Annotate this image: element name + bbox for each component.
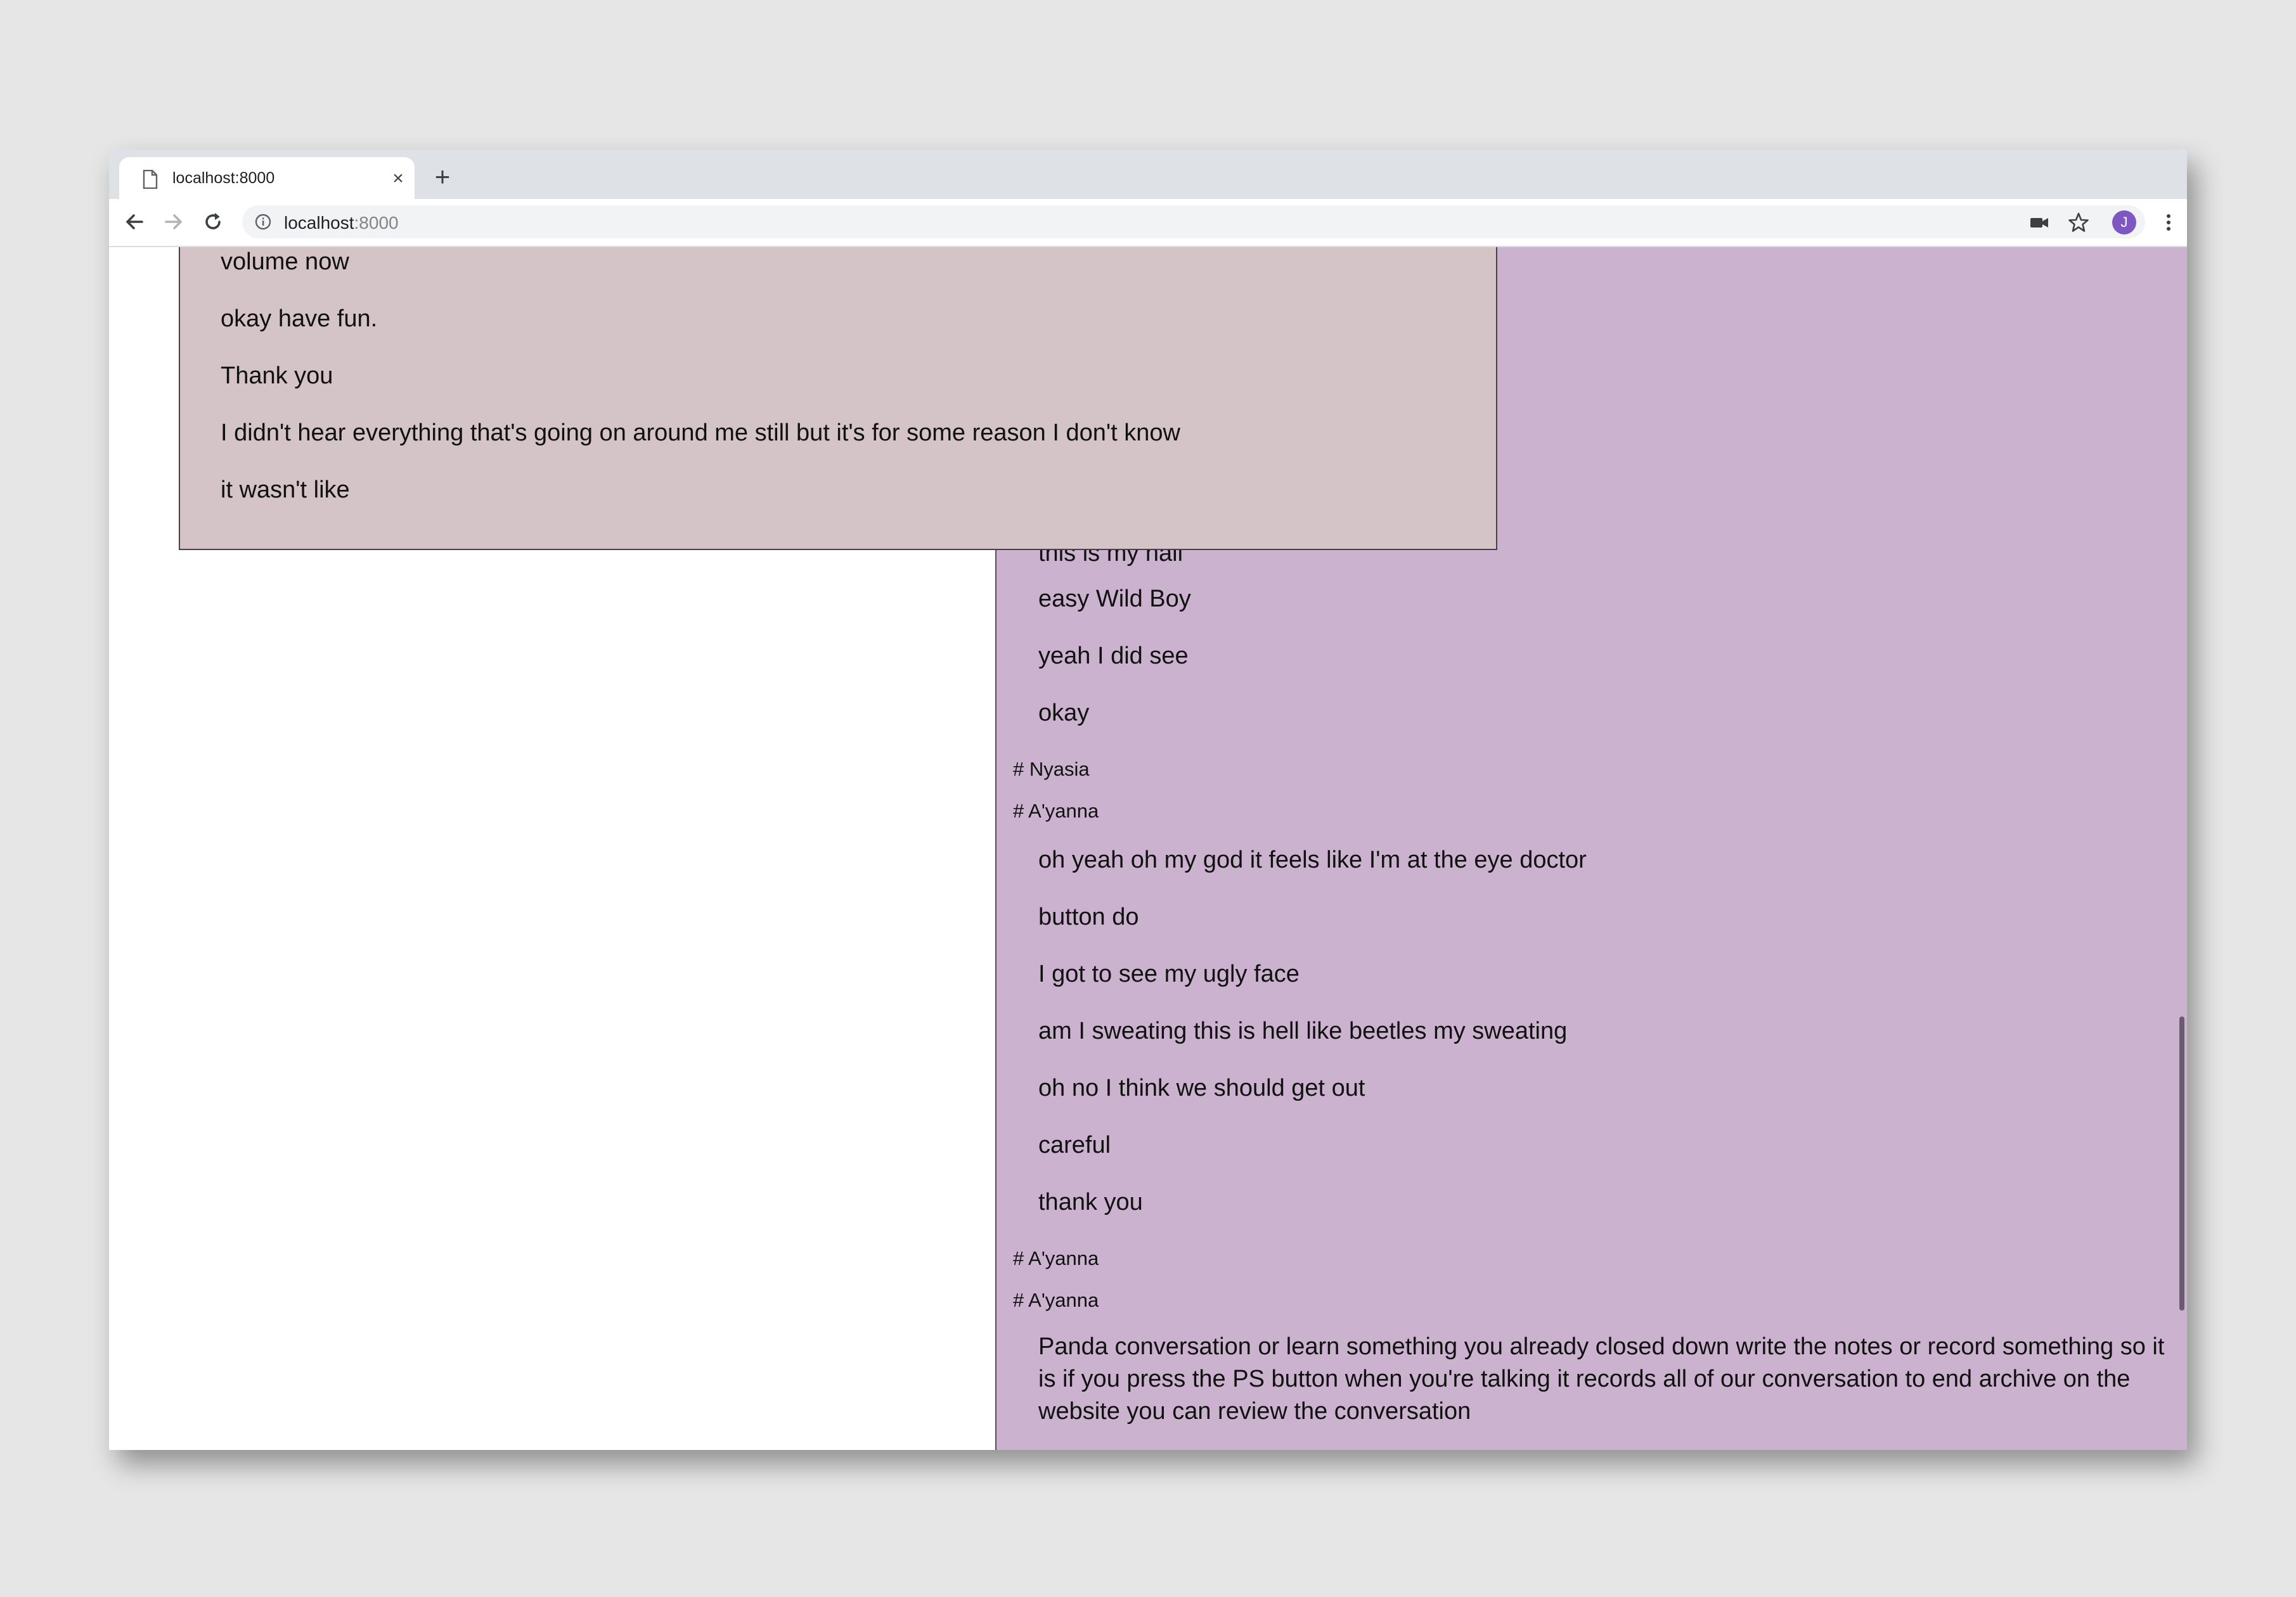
transcript-line: volume now bbox=[221, 248, 349, 275]
transcript-line: am I sweating this is hell like beetles … bbox=[1038, 1018, 1568, 1044]
close-icon[interactable]: × bbox=[389, 169, 407, 188]
transcript-line: button do bbox=[1038, 904, 1139, 930]
transcript-line: it wasn't like bbox=[221, 477, 350, 503]
page-viewport: this is my hall easy Wild Boy yeah I did… bbox=[109, 247, 2187, 1450]
plus-icon[interactable]: + bbox=[431, 164, 454, 190]
browser-window: localhost:8000 × + localhost:8000 J this… bbox=[109, 150, 2187, 1450]
url-host: localhost bbox=[284, 213, 354, 233]
browser-tab[interactable]: localhost:8000 × bbox=[119, 157, 415, 199]
speaker-heading: # A'yanna bbox=[1013, 1289, 1099, 1311]
url-port: :8000 bbox=[354, 213, 399, 233]
transcript-line: okay bbox=[1038, 700, 1090, 726]
transcript-line: careful bbox=[1038, 1132, 1111, 1158]
transcript-line: oh yeah oh my god it feels like I'm at t… bbox=[1038, 847, 1587, 873]
transcript-line: I got to see my ugly face bbox=[1038, 961, 1300, 987]
transcript-line: thank you bbox=[1038, 1189, 1143, 1215]
profile-avatar[interactable]: J bbox=[2112, 210, 2136, 234]
speaker-heading: # A'yanna bbox=[1013, 1247, 1099, 1269]
left-transcript-panel: volume now okay have fun. Thank you I di… bbox=[179, 247, 1497, 550]
back-arrow-icon[interactable] bbox=[123, 210, 146, 233]
page-icon bbox=[143, 170, 158, 189]
kebab-menu-icon[interactable] bbox=[2158, 212, 2179, 233]
reload-icon[interactable] bbox=[202, 210, 224, 233]
transcript-line: yeah I did see bbox=[1038, 643, 1189, 669]
info-icon[interactable] bbox=[255, 214, 271, 230]
forward-arrow-icon[interactable] bbox=[162, 210, 185, 233]
tab-strip: localhost:8000 × + bbox=[109, 150, 2187, 199]
speaker-heading: # Nyasia bbox=[1013, 758, 1090, 780]
address-bar[interactable]: localhost:8000 bbox=[242, 205, 2145, 238]
camera-icon[interactable] bbox=[2028, 212, 2050, 233]
transcript-line: easy Wild Boy bbox=[1038, 586, 1191, 612]
transcript-line: oh no I think we should get out bbox=[1038, 1075, 1365, 1101]
url-text: localhost:8000 bbox=[284, 213, 399, 233]
transcript-line: Thank you bbox=[221, 362, 333, 389]
tab-title: localhost:8000 bbox=[172, 169, 275, 187]
star-icon[interactable] bbox=[2068, 212, 2089, 233]
scrollbar-thumb[interactable] bbox=[2179, 1017, 2184, 1311]
browser-toolbar: localhost:8000 J bbox=[109, 199, 2187, 247]
transcript-line: okay have fun. bbox=[221, 305, 378, 332]
transcript-line: I didn't hear everything that's going on… bbox=[221, 420, 1180, 446]
speaker-heading: # A'yanna bbox=[1013, 800, 1099, 822]
transcript-paragraph: Panda conversation or learn something yo… bbox=[1038, 1333, 2165, 1425]
